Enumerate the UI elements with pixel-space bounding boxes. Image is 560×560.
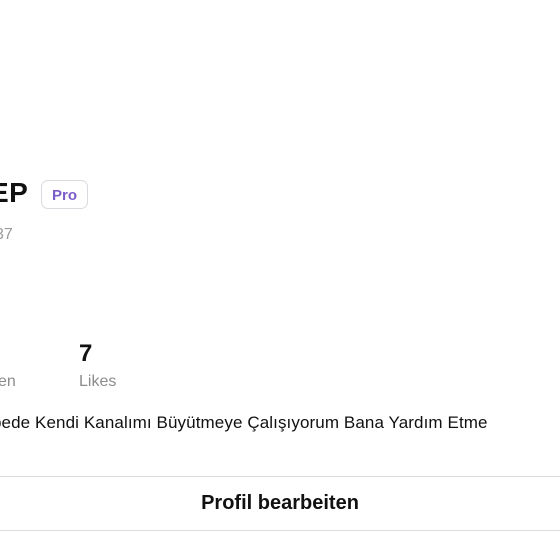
profile-handle: 37 (0, 226, 13, 243)
profile-name: EP (0, 177, 29, 208)
edit-profile-button[interactable]: Profil bearbeiten (0, 476, 560, 531)
profile-page: EP Pro 37 7 Likes en bede Kendi Kanalımı… (0, 0, 560, 560)
profile-bio: bede Kendi Kanalımı Büyütmeye Çalışıyoru… (0, 413, 488, 432)
edit-profile-button-label: Profil bearbeiten (201, 492, 359, 514)
pro-badge: Pro (41, 180, 89, 209)
likes-label: Likes (79, 373, 117, 390)
stat-label-partial: en (0, 373, 16, 390)
likes-count: 7 (79, 340, 93, 367)
